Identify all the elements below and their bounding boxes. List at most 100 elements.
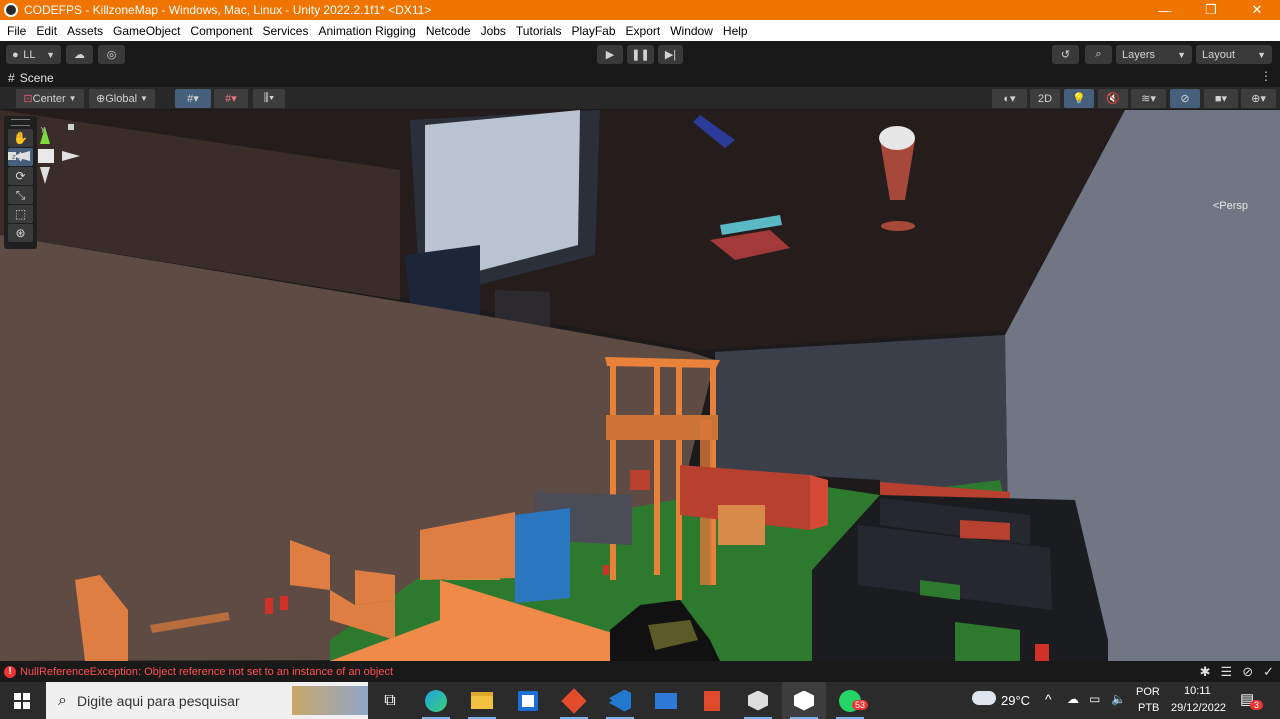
git-icon[interactable] xyxy=(552,682,596,719)
persp-text: Persp xyxy=(1219,200,1248,212)
tab-scene[interactable]: # Scene xyxy=(8,71,54,85)
play-button[interactable]: ▶ xyxy=(597,45,623,64)
2d-label: 2D xyxy=(1037,92,1053,105)
unity-editor-icon[interactable] xyxy=(782,682,826,719)
shading-icon: ◐▾ xyxy=(1003,93,1016,105)
menu-assets[interactable]: Assets xyxy=(62,24,108,38)
menu-export[interactable]: Export xyxy=(621,24,666,38)
unity-hub-icon[interactable] xyxy=(736,682,780,719)
gizmos-icon: ⊕▾ xyxy=(1251,93,1266,105)
space-label: Global xyxy=(105,92,138,105)
cache-icon[interactable]: ☰ xyxy=(1221,664,1233,680)
task-view-icon[interactable]: ⧉ xyxy=(368,682,412,719)
increment-snap-dropdown[interactable]: ⫼▾ xyxy=(253,89,285,108)
menu-gameobject[interactable]: GameObject xyxy=(108,24,185,38)
clock-date[interactable]: 29/12/2022 xyxy=(1171,702,1226,714)
visibility-toggle[interactable]: ⊘ xyxy=(1170,89,1200,108)
search-icon[interactable]: ⌕ xyxy=(1085,45,1112,64)
windows-logo-icon xyxy=(14,692,30,709)
account-label: LL xyxy=(23,48,36,61)
step-button[interactable]: ▶| xyxy=(658,45,683,64)
collab-icon[interactable]: ◎ xyxy=(98,45,125,64)
menu-component[interactable]: Component xyxy=(185,24,257,38)
start-button[interactable] xyxy=(0,682,44,719)
rect-tool-icon[interactable]: ⬚ xyxy=(8,205,33,223)
lighting-status-icon[interactable]: ⊘ xyxy=(1242,664,1253,680)
keyboard-layout[interactable]: PTB xyxy=(1138,702,1159,714)
input-language[interactable]: POR xyxy=(1136,686,1160,698)
whatsapp-icon[interactable]: 53 xyxy=(828,682,872,719)
notifications-badge: 3 xyxy=(1250,700,1264,710)
pivot-icon: ⊡ xyxy=(23,93,33,105)
menu-netcode[interactable]: Netcode xyxy=(421,24,476,38)
whatsapp-badge: 53 xyxy=(852,700,869,710)
menu-file[interactable]: File xyxy=(2,24,31,38)
layers-dropdown[interactable]: Layers ▼ xyxy=(1116,45,1192,64)
menu-playfab[interactable]: PlayFab xyxy=(567,24,621,38)
pivot-label: Center xyxy=(32,92,66,105)
camera-dropdown[interactable]: ■▾ xyxy=(1204,89,1238,108)
menu-edit[interactable]: Edit xyxy=(31,24,62,38)
file-explorer-icon[interactable] xyxy=(460,682,504,719)
effects-dropdown[interactable]: ≋▾ xyxy=(1131,89,1166,108)
scene-toolbar: ⊡ Center ▼ ⊕ Global ▼ #▾ #▾ ⫼▾ ◐▾ 2D 💡 🔇… xyxy=(0,87,1280,110)
scene-viewport[interactable]: ✋ ✥ ⟳ ⤡ ⬚ ⊛ z y <Persp xyxy=(0,110,1280,661)
layout-label: Layout xyxy=(1202,48,1236,61)
menu-window[interactable]: Window xyxy=(665,24,718,38)
account-icon: ● xyxy=(12,48,19,61)
undo-history-icon[interactable]: ↺ xyxy=(1052,45,1079,64)
office-icon[interactable] xyxy=(690,682,734,719)
transform-tool-icon[interactable]: ⊛ xyxy=(8,224,33,242)
cloud-weather-icon[interactable] xyxy=(972,691,996,705)
menu-jobs[interactable]: Jobs xyxy=(476,24,511,38)
menu-help[interactable]: Help xyxy=(718,24,753,38)
network-icon[interactable]: ▭ xyxy=(1089,692,1100,706)
gizmos-dropdown[interactable]: ⊕▾ xyxy=(1241,89,1276,108)
pause-button[interactable]: ❚❚ xyxy=(627,45,654,64)
snap-toggle[interactable]: #▾ xyxy=(175,89,211,108)
status-icons: ✱ ☰ ⊘ ✓ xyxy=(1200,664,1274,680)
volume-icon[interactable]: 🔈 xyxy=(1111,692,1126,706)
onedrive-icon[interactable]: ☁ xyxy=(1067,692,1079,706)
pivot-dropdown[interactable]: ⊡ Center ▼ xyxy=(16,89,84,108)
audio-mute-icon: 🔇 xyxy=(1106,93,1120,105)
weather-temp[interactable]: 29°C xyxy=(1001,693,1030,708)
2d-toggle[interactable]: 2D xyxy=(1030,89,1060,108)
lighting-toggle[interactable]: 💡 xyxy=(1064,89,1094,108)
perspective-label[interactable]: <Persp xyxy=(1213,200,1248,212)
menu-services[interactable]: Services xyxy=(257,24,313,38)
grid-snap-dropdown[interactable]: #▾ xyxy=(214,89,248,108)
tab-scene-label: Scene xyxy=(19,70,54,85)
edge-icon[interactable] xyxy=(414,682,458,719)
account-dropdown[interactable]: ● LL ▼ xyxy=(6,45,61,64)
minimize-button[interactable]: — xyxy=(1142,0,1188,20)
close-button[interactable]: ✕ xyxy=(1234,0,1280,20)
console-status-bar[interactable]: ! NullReferenceException: Object referen… xyxy=(0,661,1280,682)
layout-dropdown[interactable]: Layout ▼ xyxy=(1196,45,1272,64)
mail-icon[interactable] xyxy=(644,682,688,719)
layers-label: Layers xyxy=(1122,48,1156,61)
bug-icon[interactable]: ✱ xyxy=(1200,664,1211,680)
space-dropdown[interactable]: ⊕ Global ▼ xyxy=(89,89,155,108)
store-icon[interactable] xyxy=(506,682,550,719)
check-icon[interactable]: ✓ xyxy=(1263,664,1274,680)
audio-toggle[interactable]: 🔇 xyxy=(1098,89,1128,108)
restore-button[interactable]: ❐ xyxy=(1188,0,1234,20)
main-toolbar: ● LL ▼ ☁ ◎ ▶ ❚❚ ▶| ↺ ⌕ Layers ▼ Layout ▼ xyxy=(0,41,1280,68)
clock-time[interactable]: 10:11 xyxy=(1184,685,1211,697)
menu-animation-rigging[interactable]: Animation Rigging xyxy=(313,24,420,38)
chevron-down-icon: ▼ xyxy=(140,94,148,103)
vscode-icon[interactable] xyxy=(598,682,642,719)
chevron-up-icon[interactable]: ^ xyxy=(1045,691,1052,707)
orientation-gizmo-icon[interactable]: z y xyxy=(0,122,90,192)
camera-icon: ■▾ xyxy=(1214,93,1228,105)
window-title: CODEFPS - KillzoneMap - Windows, Mac, Li… xyxy=(24,3,432,17)
cloud-icon[interactable]: ☁ xyxy=(66,45,93,64)
light-bulb-icon: 💡 xyxy=(1072,93,1086,105)
more-options-icon[interactable]: ⋮ xyxy=(1260,69,1272,83)
console-error-message[interactable]: NullReferenceException: Object reference… xyxy=(20,666,393,678)
draw-mode-dropdown[interactable]: ◐▾ xyxy=(992,89,1027,108)
search-highlight-icon[interactable] xyxy=(292,686,368,715)
menu-tutorials[interactable]: Tutorials xyxy=(511,24,567,38)
search-icon: ⌕ xyxy=(58,691,67,709)
